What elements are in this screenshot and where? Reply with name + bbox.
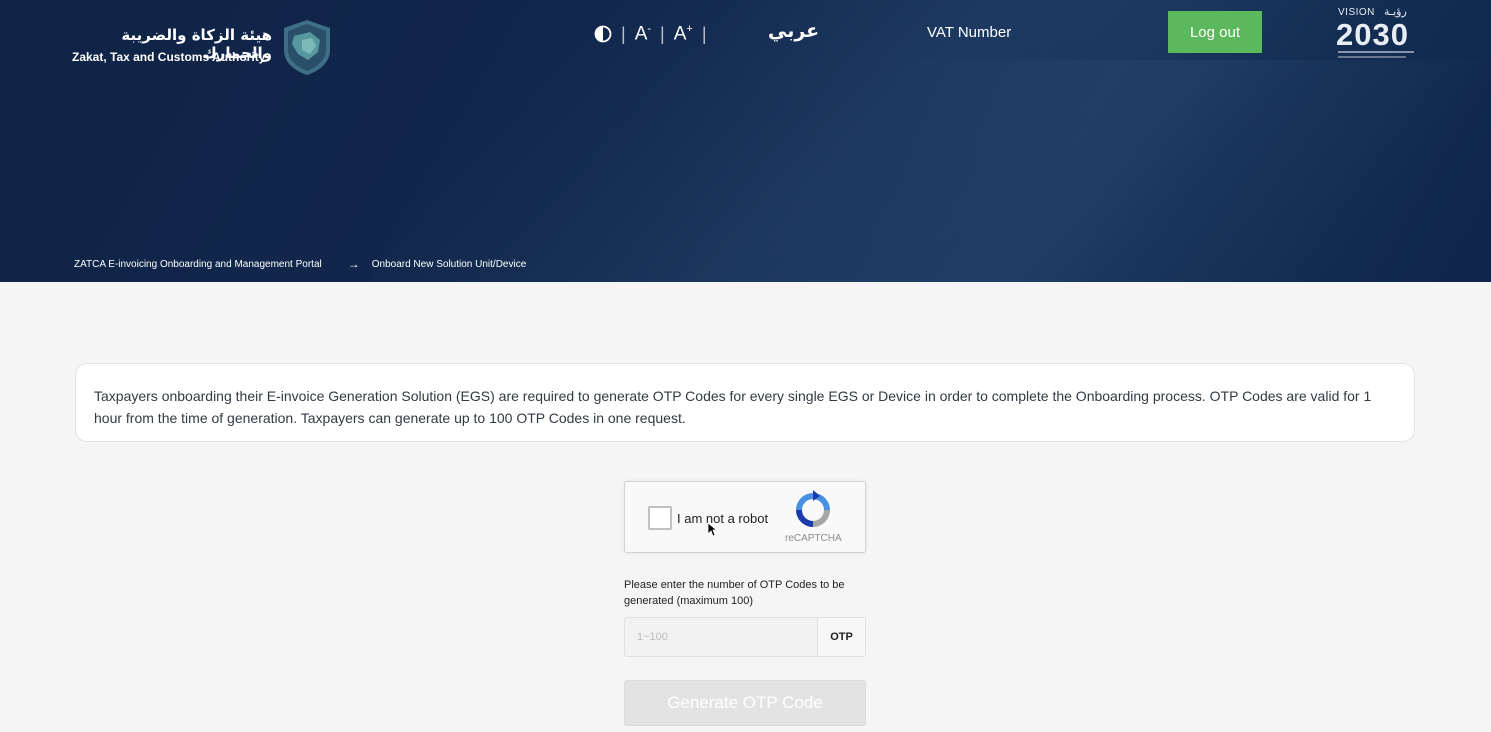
header-banner: هيئة الزكاة والضريبة والجمارك Zakat, Tax… (0, 0, 1491, 282)
toolbar-divider: | (621, 23, 626, 44)
otp-count-field: OTP (624, 617, 866, 657)
breadcrumb-home-link[interactable]: ZATCA E-invoicing Onboarding and Managem… (74, 259, 322, 270)
contrast-toggle-icon[interactable] (594, 25, 612, 43)
breadcrumb-current: Onboard New Solution Unit/Device (371, 258, 527, 270)
toolbar-divider: | (660, 23, 665, 44)
otp-addon-label: OTP (817, 618, 865, 656)
accessibility-toolbar: | A- | A+ | (594, 22, 716, 46)
breadcrumb-arrow-icon: → (347, 257, 360, 271)
otp-count-label: Please enter the number of OTP Codes to … (624, 579, 845, 607)
language-toggle[interactable]: عربي (768, 20, 819, 42)
recaptcha-label: I am not a robot (677, 511, 769, 526)
logout-button[interactable]: Log out (1168, 11, 1262, 53)
vision-2030-logo: VISION رؤيـة 2030 (1334, 5, 1418, 61)
toolbar-divider: | (701, 23, 707, 44)
recaptcha-checkbox[interactable] (648, 506, 672, 530)
zatca-emblem-icon (284, 20, 330, 75)
zatca-logo[interactable]: هيئة الزكاة والضريبة والجمارك Zakat, Tax… (72, 18, 334, 76)
font-decrease-button[interactable]: A- (635, 23, 651, 45)
recaptcha-logo-icon (796, 490, 830, 527)
logo-english-text: Zakat, Tax and Customs Authority (72, 50, 266, 64)
otp-count-input[interactable] (625, 618, 817, 656)
onboarding-info-card: Taxpayers onboarding their E-invoice Gen… (75, 363, 1415, 442)
breadcrumb: ZATCA E-invoicing Onboarding and Managem… (74, 257, 526, 271)
generate-otp-button[interactable]: Generate OTP Code (624, 680, 866, 726)
recaptcha-widget: I am not a robot reCAPTCHA (624, 481, 866, 553)
font-increase-button[interactable]: A+ (674, 23, 693, 45)
mouse-cursor-icon (707, 522, 717, 537)
vat-number-label: VAT Number (927, 24, 1012, 41)
recaptcha-brand: reCAPTCHA (785, 533, 842, 544)
info-text: Taxpayers onboarding their E-invoice Gen… (94, 388, 1372, 426)
